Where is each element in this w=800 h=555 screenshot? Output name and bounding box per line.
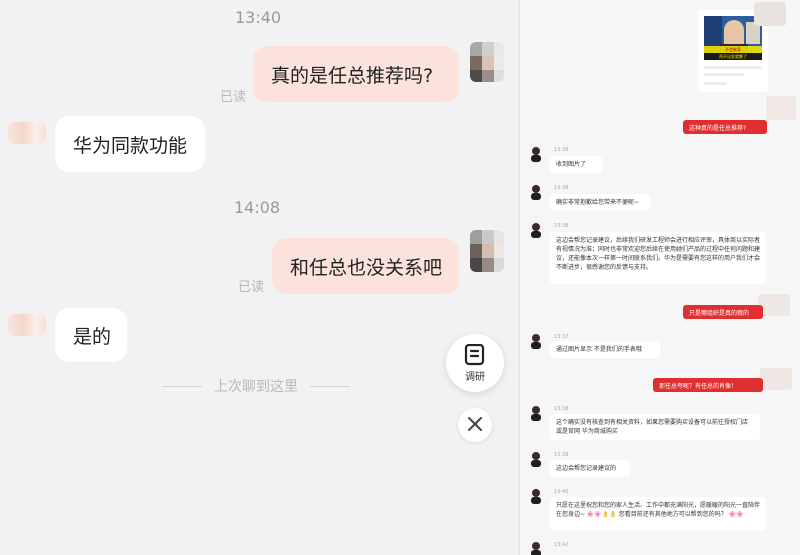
message-bubble-outgoing[interactable]: 和任总也没关系吧 — [272, 238, 459, 294]
read-status: 已读 — [220, 90, 247, 105]
last-read-label: 上次聊到这里 — [214, 379, 298, 395]
message-time: 13:38 — [554, 406, 569, 412]
survey-button[interactable]: 调研 — [446, 334, 504, 392]
message-time: 13:38 — [554, 223, 569, 229]
image-caption: 再不出发就晚了 — [704, 53, 762, 60]
message-time: 13:40 — [554, 489, 569, 495]
image-caption: 不会推荐 — [704, 46, 762, 53]
message-bubble-outgoing[interactable]: 这种真的是任总推荐? — [683, 120, 767, 134]
message-bubble-outgoing[interactable]: 那任总夸呢？有任总的肖像！ — [653, 378, 763, 392]
survey-label: 调研 — [465, 371, 485, 383]
avatar[interactable] — [470, 42, 504, 82]
avatar[interactable] — [529, 488, 543, 504]
divider-line — [162, 385, 202, 387]
avatar[interactable] — [470, 230, 504, 272]
message-bubble-incoming[interactable]: 是的 — [55, 308, 127, 362]
message-bubble-incoming[interactable]: 这个确实没有核查到有相关资料，如果您需要购买设备可以前往授权门店 或是官网 华为… — [550, 414, 760, 440]
avatar[interactable] — [529, 541, 543, 555]
timestamp: 13:40 — [235, 8, 282, 27]
chat-panel-left: 13:40 真的是任总推荐吗? 已读 华为同款功能 14:08 和任总也没关系吧… — [0, 0, 520, 555]
last-read-divider: 上次聊到这里 — [150, 376, 362, 396]
message-bubble-outgoing[interactable]: 真的是任总推荐吗? — [253, 46, 459, 102]
message-bubble-outgoing[interactable]: 只是哪组织是真的假的 — [683, 305, 763, 319]
timestamp: 14:08 — [234, 198, 281, 217]
avatar[interactable] — [529, 146, 543, 162]
message-time: 13:37 — [554, 334, 569, 340]
message-time: 13:38 — [554, 147, 569, 153]
message-bubble-incoming[interactable]: 只愿在这里祝您和您的家人生活、工作中都充满阳光，愿暖暖的阳光一直陪伴在您身边~ … — [550, 497, 766, 531]
message-bubble-incoming[interactable]: 这边会帮您记录建议，后续我们研发工程师会进行相应评审，具体商以实际者有视情况为准… — [550, 232, 766, 284]
close-button[interactable] — [458, 408, 492, 442]
read-status: 已读 — [238, 280, 265, 295]
message-bubble-incoming[interactable]: 这边会帮您记录建议的 — [550, 460, 630, 477]
avatar[interactable] — [754, 2, 786, 26]
avatar[interactable] — [529, 184, 543, 200]
avatar[interactable] — [529, 451, 543, 467]
message-bubble-incoming[interactable]: 通过图片显示 不是我们的手表哦 — [550, 341, 660, 358]
close-icon — [468, 416, 482, 435]
chat-panel-right: 不会推荐 再不出发就晚了 这种真的是任总推荐? 13:38 收到图片了 13:3… — [520, 0, 800, 555]
message-time: 13:38 — [554, 452, 569, 458]
message-time: 13:42 — [554, 542, 569, 548]
avatar[interactable] — [8, 314, 46, 336]
message-bubble-incoming[interactable]: 收到图片了 — [550, 156, 602, 173]
divider-line — [310, 385, 350, 387]
avatar[interactable] — [529, 405, 543, 421]
avatar[interactable] — [529, 222, 543, 238]
avatar[interactable] — [760, 368, 792, 390]
message-bubble-incoming[interactable]: 确实非常抱歉给您带来不便呢~ — [550, 194, 650, 211]
avatar[interactable] — [529, 333, 543, 349]
message-time: 13:38 — [554, 185, 569, 191]
avatar[interactable] — [766, 96, 796, 120]
message-bubble-incoming[interactable]: 华为同款功能 — [55, 116, 205, 172]
survey-icon — [463, 343, 487, 370]
avatar[interactable] — [8, 122, 46, 144]
